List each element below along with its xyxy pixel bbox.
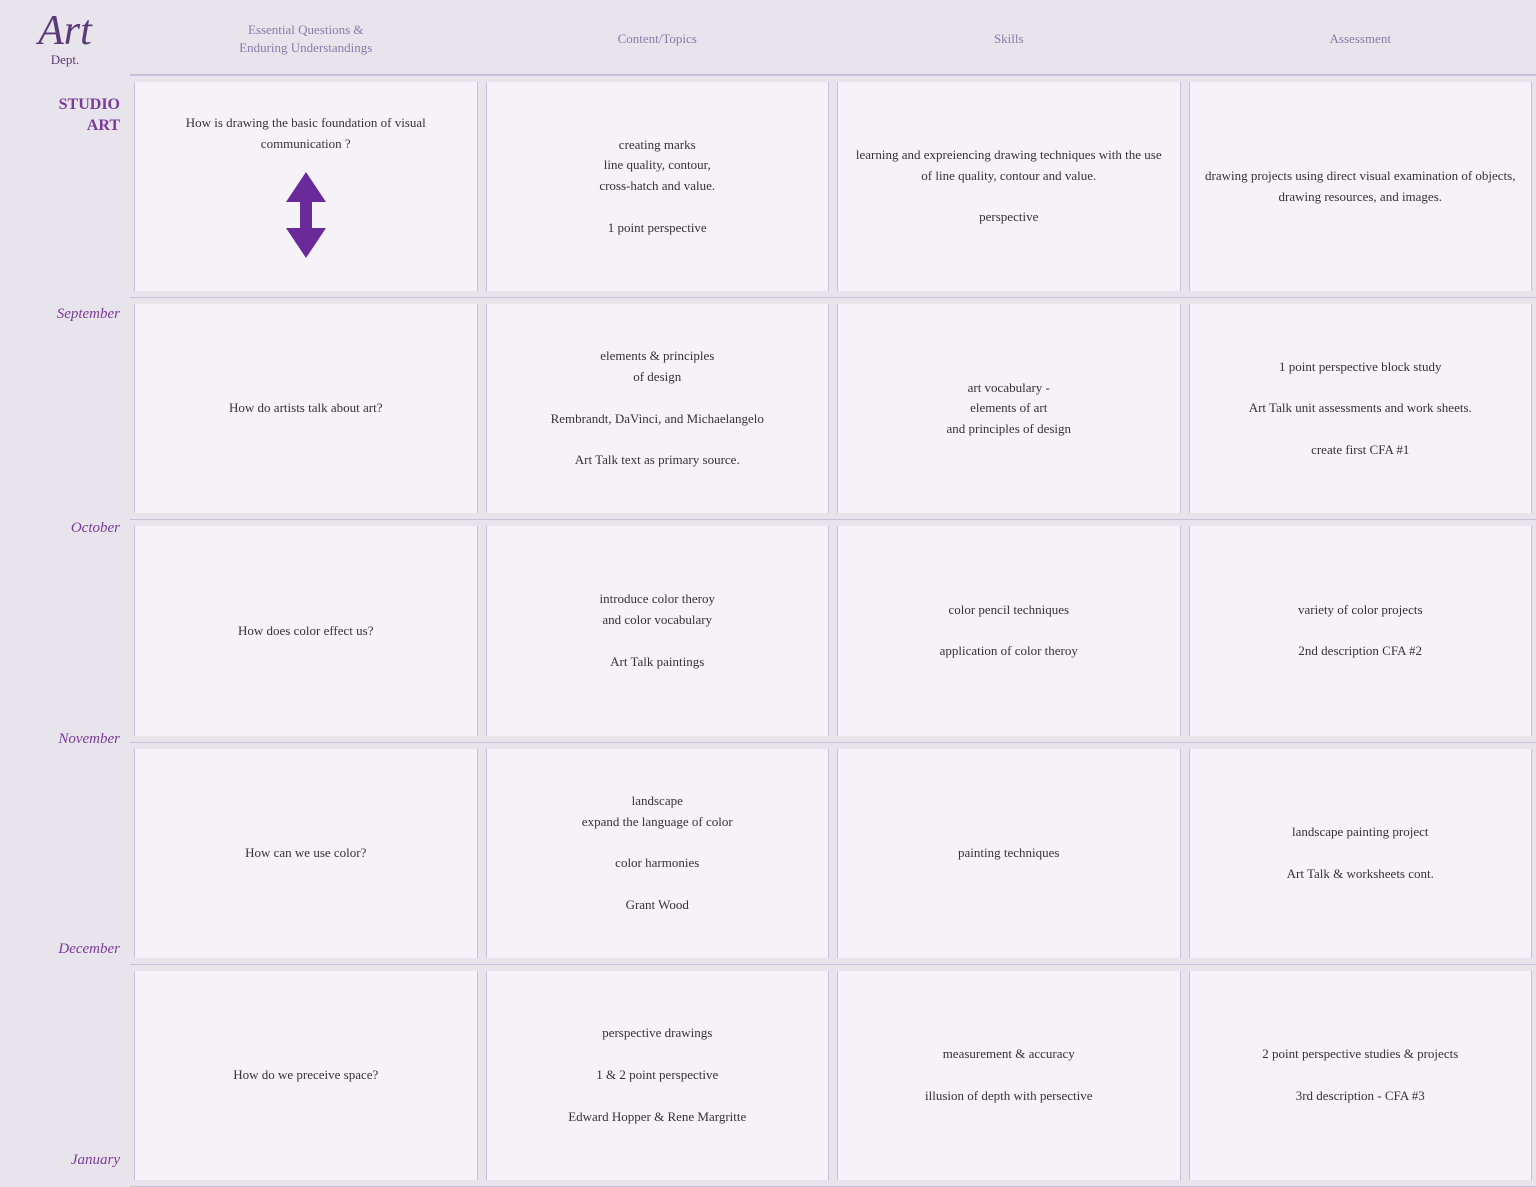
cell-0-3: learning and expreiencing drawing techni… [837,82,1181,291]
header-col-4-text: Assessment [1330,31,1391,46]
cell-2-1-content: How does color effect us? [238,621,374,642]
data-row-1: How do artists talk about art? elements … [130,297,1536,519]
data-row-4: How do we preceive space? perspective dr… [130,964,1536,1187]
cell-3-4: landscape painting project Art Talk & wo… [1189,749,1533,958]
cell-3-3: painting techniques [837,749,1181,958]
art-title: Art [8,10,122,52]
header-col-2: Content/Topics [482,26,834,52]
dept-cell: Art Dept. [0,10,130,68]
header-col-3: Skills [833,26,1185,52]
cell-1-4-content: 1 point perspective block study Art Talk… [1249,357,1472,461]
label-october: October [0,345,130,556]
cell-0-2-content: creating marks line quality, contour, cr… [599,135,715,239]
label-september: September [0,298,130,345]
cell-0-4-content: drawing projects using direct visual exa… [1202,166,1520,208]
cell-3-2-content: landscape expand the language of color c… [582,791,733,916]
cell-0-2: creating marks line quality, contour, cr… [486,82,830,291]
cell-2-4-content: variety of color projects 2nd descriptio… [1298,600,1423,662]
cell-2-3-content: color pencil techniques application of c… [940,600,1078,662]
data-columns: How is drawing the basic foundation of v… [130,75,1536,1187]
january-label: January [71,1152,120,1169]
december-label: December [58,941,120,958]
cell-2-1: How does color effect us? [134,526,478,735]
cell-2-4: variety of color projects 2nd descriptio… [1189,526,1533,735]
dept-label: Dept. [8,52,122,68]
cell-3-3-content: painting techniques [958,843,1059,864]
cell-1-2-content: elements & principles of design Rembrand… [551,346,764,471]
cell-0-4: drawing projects using direct visual exa… [1189,82,1533,291]
cell-3-1: How can we use color? [134,749,478,958]
cell-2-3: color pencil techniques application of c… [837,526,1181,735]
label-january: January [0,976,130,1187]
cell-0-1-content: How is drawing the basic foundation of v… [147,113,465,261]
cell-4-1: How do we preceive space? [134,971,478,1180]
cell-1-3-content: art vocabulary - elements of art and pri… [946,378,1071,440]
november-label: November [58,731,120,748]
data-row-3: How can we use color? landscape expand t… [130,742,1536,964]
studio-art-label: STUDIOART [59,95,120,137]
header-col-1: Essential Questions & Enduring Understan… [130,17,482,61]
label-studio-art: STUDIOART [0,75,130,298]
double-arrow-icon [276,170,336,260]
cell-4-3: measurement & accuracy illusion of depth… [837,971,1181,1180]
cell-4-2-content: perspective drawings 1 & 2 point perspec… [568,1023,746,1127]
question-text-0: How is drawing the basic foundation of v… [147,113,465,155]
cell-4-1-content: How do we preceive space? [233,1065,378,1086]
data-row-0: How is drawing the basic foundation of v… [130,75,1536,297]
cell-1-3: art vocabulary - elements of art and pri… [837,304,1181,513]
cell-0-3-content: learning and expreiencing drawing techni… [850,145,1168,228]
grid-body: STUDIOART September October November Dec… [0,75,1536,1187]
label-december: December [0,766,130,977]
header-row: Art Dept. Essential Questions & Enduring… [0,0,1536,74]
cell-2-2: introduce color theroy and color vocabul… [486,526,830,735]
cell-1-2: elements & principles of design Rembrand… [486,304,830,513]
cell-4-4-content: 2 point perspective studies & projects 3… [1262,1044,1458,1106]
header-col-4: Assessment [1185,26,1536,52]
data-row-2: How does color effect us? introduce colo… [130,519,1536,741]
page: Art Dept. Essential Questions & Enduring… [0,0,1536,1187]
cell-1-1: How do artists talk about art? [134,304,478,513]
cell-4-2: perspective drawings 1 & 2 point perspec… [486,971,830,1180]
october-label: October [71,520,120,537]
header-col-1-text: Essential Questions & Enduring Understan… [239,22,372,55]
label-november: November [0,555,130,766]
cell-1-4: 1 point perspective block study Art Talk… [1189,304,1533,513]
cell-3-1-content: How can we use color? [245,843,366,864]
september-label: September [57,306,120,323]
cell-2-2-content: introduce color theroy and color vocabul… [599,589,715,672]
cell-4-4: 2 point perspective studies & projects 3… [1189,971,1533,1180]
cell-3-4-content: landscape painting project Art Talk & wo… [1287,822,1434,884]
header-col-3-text: Skills [994,31,1024,46]
cell-4-3-content: measurement & accuracy illusion of depth… [925,1044,1093,1106]
cell-0-1: How is drawing the basic foundation of v… [134,82,478,291]
cell-1-1-content: How do artists talk about art? [229,398,382,419]
header-col-2-text: Content/Topics [618,31,697,46]
label-column: STUDIOART September October November Dec… [0,75,130,1187]
cell-3-2: landscape expand the language of color c… [486,749,830,958]
